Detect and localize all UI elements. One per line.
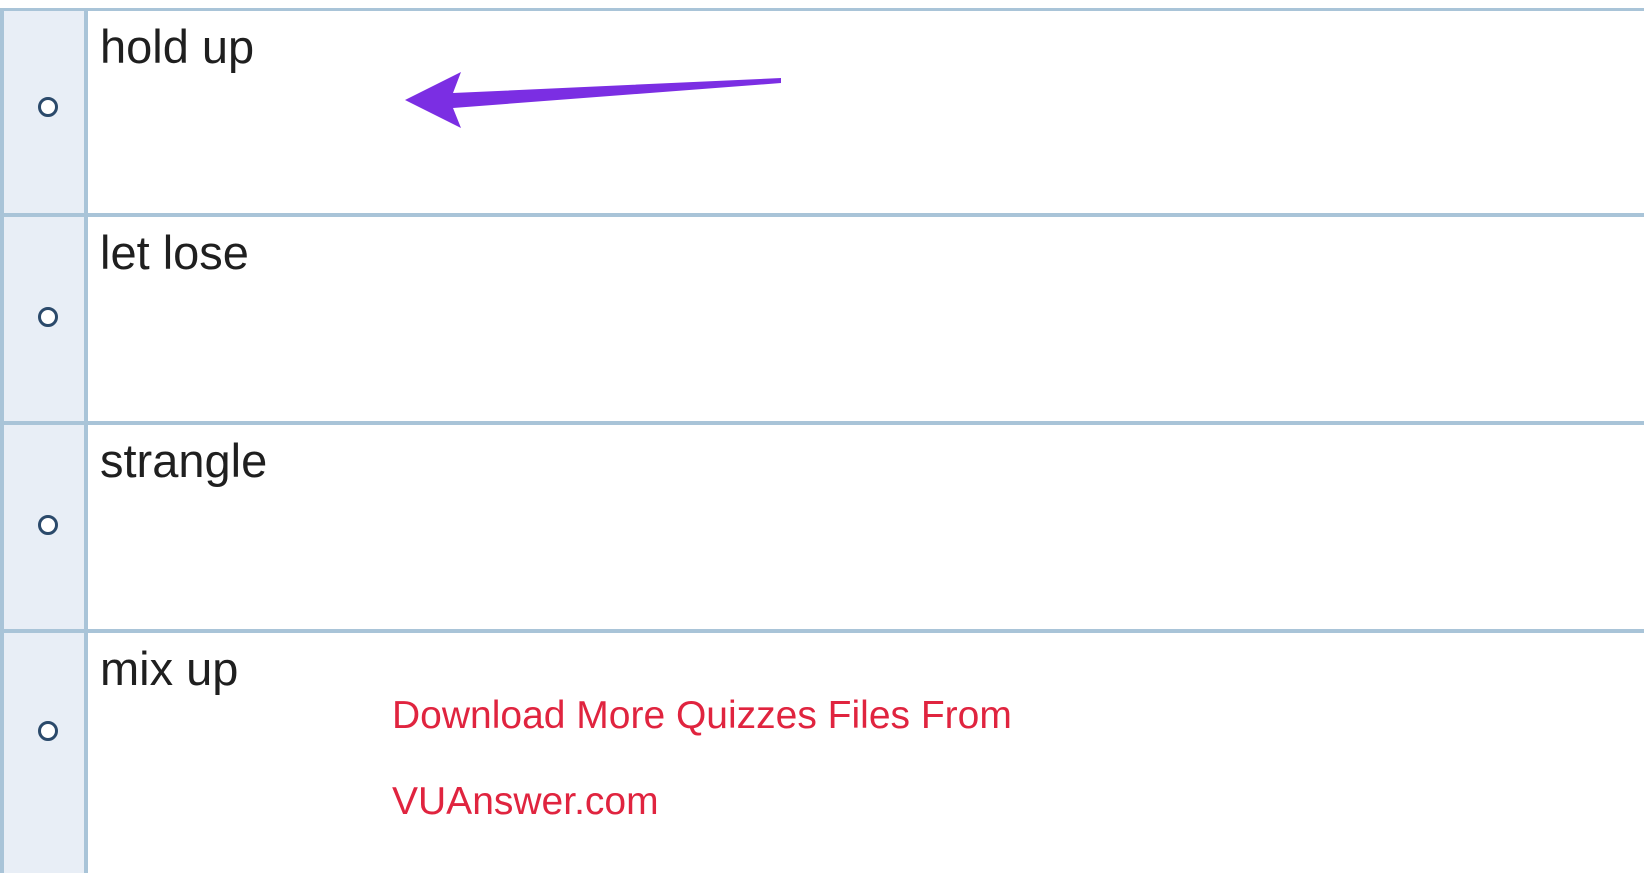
option-row-3[interactable]: strangle: [0, 425, 1644, 633]
option-text-cell-3: strangle: [88, 425, 1644, 629]
option-radio-cell-1: [0, 11, 88, 213]
arrow-left-icon: [405, 72, 781, 128]
option-text-cell-4: mix up: [88, 633, 1644, 873]
option-radio-cell-3: [0, 425, 88, 629]
option-text-cell-2: let lose: [88, 217, 1644, 421]
option-radio-cell-4: [0, 633, 88, 873]
option-radio-2[interactable]: [38, 307, 58, 327]
option-row-2[interactable]: let lose: [0, 217, 1644, 425]
option-label-4: mix up: [100, 642, 239, 695]
option-row-1[interactable]: hold up: [0, 11, 1644, 217]
option-radio-cell-2: [0, 217, 88, 421]
option-radio-1[interactable]: [38, 97, 58, 117]
quiz-options-table: hold up let lose strangle mix up Downloa…: [0, 0, 1644, 873]
option-label-2: let lose: [100, 226, 249, 279]
option-label-3: strangle: [100, 434, 268, 487]
option-row-4[interactable]: mix up: [0, 633, 1644, 873]
watermark-line-1: Download More Quizzes Files From: [392, 694, 1012, 737]
option-radio-4[interactable]: [38, 721, 58, 741]
option-radio-3[interactable]: [38, 515, 58, 535]
option-label-1: hold up: [100, 20, 255, 73]
watermark-line-2: VUAnswer.com: [392, 780, 659, 823]
option-text-cell-1: hold up: [88, 11, 1644, 213]
